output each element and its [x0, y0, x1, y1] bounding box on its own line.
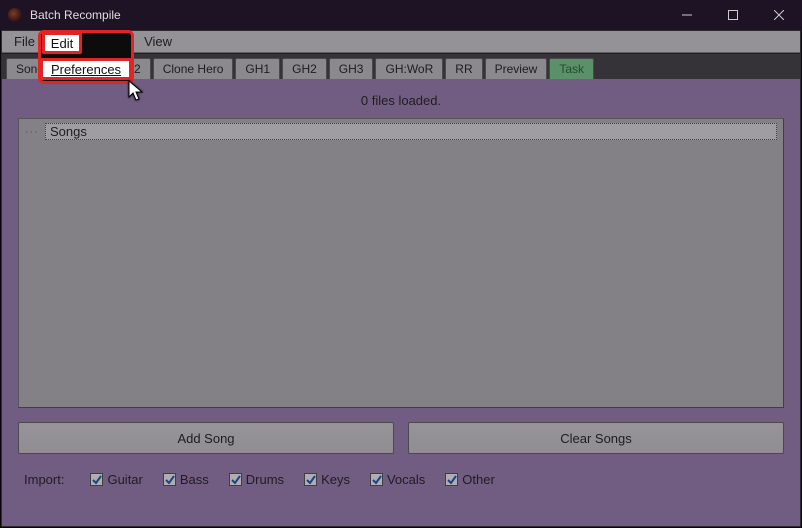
checkbox-icon [370, 473, 383, 486]
import-keys-label: Keys [321, 472, 350, 487]
cursor-icon [128, 80, 146, 107]
checkbox-icon [163, 473, 176, 486]
content-area: 0 files loaded. ··· Songs Add Song Clear… [2, 79, 800, 526]
import-bass-checkbox[interactable]: Bass [163, 472, 209, 487]
tab-gh3[interactable]: GH3 [329, 58, 374, 79]
close-button[interactable] [756, 0, 802, 30]
window-title: Batch Recompile [30, 8, 121, 22]
minimize-button[interactable] [664, 0, 710, 30]
maximize-button[interactable] [710, 0, 756, 30]
import-other-label: Other [462, 472, 495, 487]
tab-preview[interactable]: Preview [485, 58, 548, 79]
import-guitar-label: Guitar [107, 472, 142, 487]
minimize-icon [682, 10, 692, 20]
import-guitar-checkbox[interactable]: Guitar [90, 472, 142, 487]
tree-expander-icon[interactable]: ··· [25, 126, 39, 138]
app-body: File Edit Help View Songs RB3 RB2 Clone … [1, 30, 801, 527]
menu-view[interactable]: View [134, 32, 182, 51]
import-vocals-checkbox[interactable]: Vocals [370, 472, 425, 487]
maximize-icon [728, 10, 738, 20]
tree-root-label[interactable]: Songs [45, 123, 777, 140]
window-controls [664, 0, 802, 30]
add-song-button[interactable]: Add Song [18, 422, 394, 454]
import-bass-label: Bass [180, 472, 209, 487]
highlight-preferences-item[interactable]: Preferences [40, 58, 132, 80]
highlight-edit-menu[interactable]: Edit [42, 32, 82, 54]
import-row: Import: Guitar Bass Drums Keys Vocals [18, 472, 784, 487]
app-icon [8, 8, 22, 22]
checkbox-icon [445, 473, 458, 486]
titlebar: Batch Recompile [0, 0, 802, 30]
import-keys-checkbox[interactable]: Keys [304, 472, 350, 487]
tab-task[interactable]: Task [549, 58, 594, 79]
checkbox-icon [304, 473, 317, 486]
import-drums-label: Drums [246, 472, 284, 487]
clear-songs-button[interactable]: Clear Songs [408, 422, 784, 454]
tab-gh2[interactable]: GH2 [282, 58, 327, 79]
tree-row[interactable]: ··· Songs [25, 123, 777, 140]
checkbox-icon [229, 473, 242, 486]
import-drums-checkbox[interactable]: Drums [229, 472, 284, 487]
tab-ghwor[interactable]: GH:WoR [375, 58, 443, 79]
songs-tree[interactable]: ··· Songs [18, 118, 784, 408]
import-other-checkbox[interactable]: Other [445, 472, 495, 487]
tab-rr[interactable]: RR [445, 58, 482, 79]
import-vocals-label: Vocals [387, 472, 425, 487]
button-row: Add Song Clear Songs [18, 422, 784, 454]
close-icon [774, 10, 784, 20]
import-label: Import: [24, 472, 64, 487]
tab-gh1[interactable]: GH1 [235, 58, 280, 79]
tab-clonehero[interactable]: Clone Hero [153, 58, 234, 79]
checkbox-icon [90, 473, 103, 486]
